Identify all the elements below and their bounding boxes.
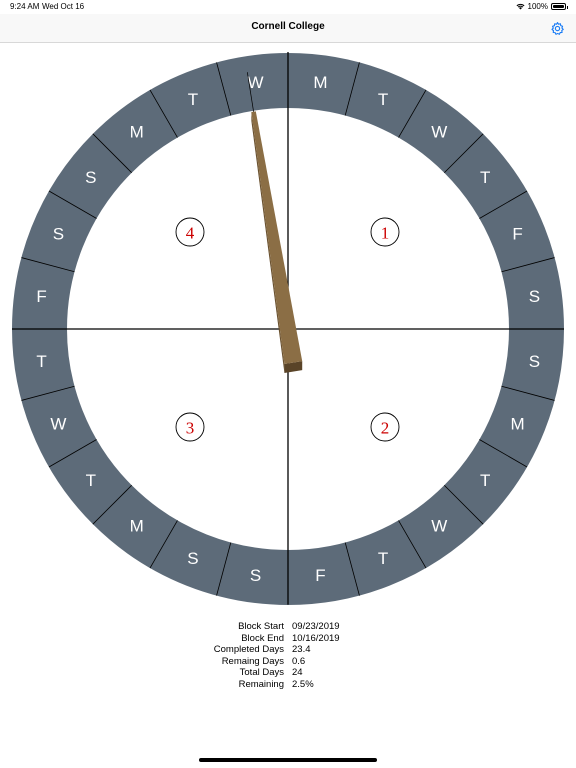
quadrant-label: 1: [381, 224, 390, 243]
battery-icon: [551, 3, 568, 10]
status-date: Wed Oct 16: [42, 2, 85, 11]
day-letter: T: [36, 352, 46, 371]
block-stats: Block Start 09/23/2019 Block End 10/16/2…: [0, 621, 576, 690]
total-days-value: 24: [292, 667, 303, 678]
settings-button[interactable]: [548, 19, 566, 37]
total-days-label: Total Days: [239, 667, 284, 678]
remaining-value: 2.5%: [292, 678, 314, 690]
day-letter: T: [378, 90, 388, 109]
day-letter: M: [130, 517, 144, 536]
block-start-value: 09/23/2019: [292, 621, 340, 632]
day-letter: T: [480, 168, 490, 187]
stat-row-remaining: Remaining 2.5%: [0, 679, 576, 691]
quadrant-label: 3: [186, 419, 195, 438]
completed-days-value: 23.4: [292, 644, 311, 655]
block-end-label: Block End: [241, 632, 284, 644]
day-letter: S: [187, 549, 198, 568]
battery-percent: 100%: [527, 2, 548, 11]
stat-row-block-end: Block End 10/16/2019: [0, 633, 576, 645]
block-end-value: 10/16/2019: [292, 632, 340, 644]
day-letter: S: [85, 168, 96, 187]
day-letter: T: [86, 471, 96, 490]
quadrant-label: 2: [381, 419, 390, 438]
day-letter: T: [480, 471, 490, 490]
status-right: 100%: [516, 2, 568, 11]
nav-bar: Cornell College: [0, 14, 576, 43]
block-start-label: Block Start: [238, 621, 284, 632]
day-letter: F: [36, 287, 46, 306]
stat-row-block-start: Block Start 09/23/2019: [0, 621, 576, 633]
day-letter: M: [510, 415, 524, 434]
day-letter: F: [512, 224, 522, 243]
day-letter: W: [431, 122, 447, 141]
day-letter: T: [378, 549, 388, 568]
day-letter: S: [529, 287, 540, 306]
status-bar: 9:24 AM Wed Oct 16 100%: [0, 0, 576, 14]
stat-row-completed-days: Completed Days 23.4: [0, 644, 576, 656]
day-letter: F: [315, 566, 325, 585]
day-letter: S: [529, 352, 540, 371]
gear-icon: [550, 21, 564, 35]
home-indicator[interactable]: [199, 758, 377, 762]
day-letter: W: [50, 415, 66, 434]
day-letter: S: [250, 566, 261, 585]
block-dial: MTWTFSSMTWTFSSMTWTFSSMTW 1234: [12, 52, 564, 605]
remaining-days-value: 0.6: [292, 655, 306, 667]
day-letter: T: [188, 90, 198, 109]
day-letter: W: [431, 517, 447, 536]
status-time: 9:24 AM: [10, 2, 40, 11]
day-letter: S: [53, 224, 64, 243]
remaining-label: Remaining: [238, 678, 284, 690]
progress-hand: [251, 111, 303, 364]
day-letter: M: [130, 122, 144, 141]
stat-row-remaining-days: Remaing Days 0.6: [0, 656, 576, 668]
wifi-icon: [516, 3, 525, 10]
stat-row-total-days: Total Days 24: [0, 667, 576, 679]
remaining-days-label: Remaing Days: [221, 655, 284, 667]
page-title: Cornell College: [251, 21, 325, 32]
completed-days-label: Completed Days: [213, 644, 284, 655]
quadrant-label: 4: [186, 224, 195, 243]
day-letter: M: [313, 73, 327, 92]
